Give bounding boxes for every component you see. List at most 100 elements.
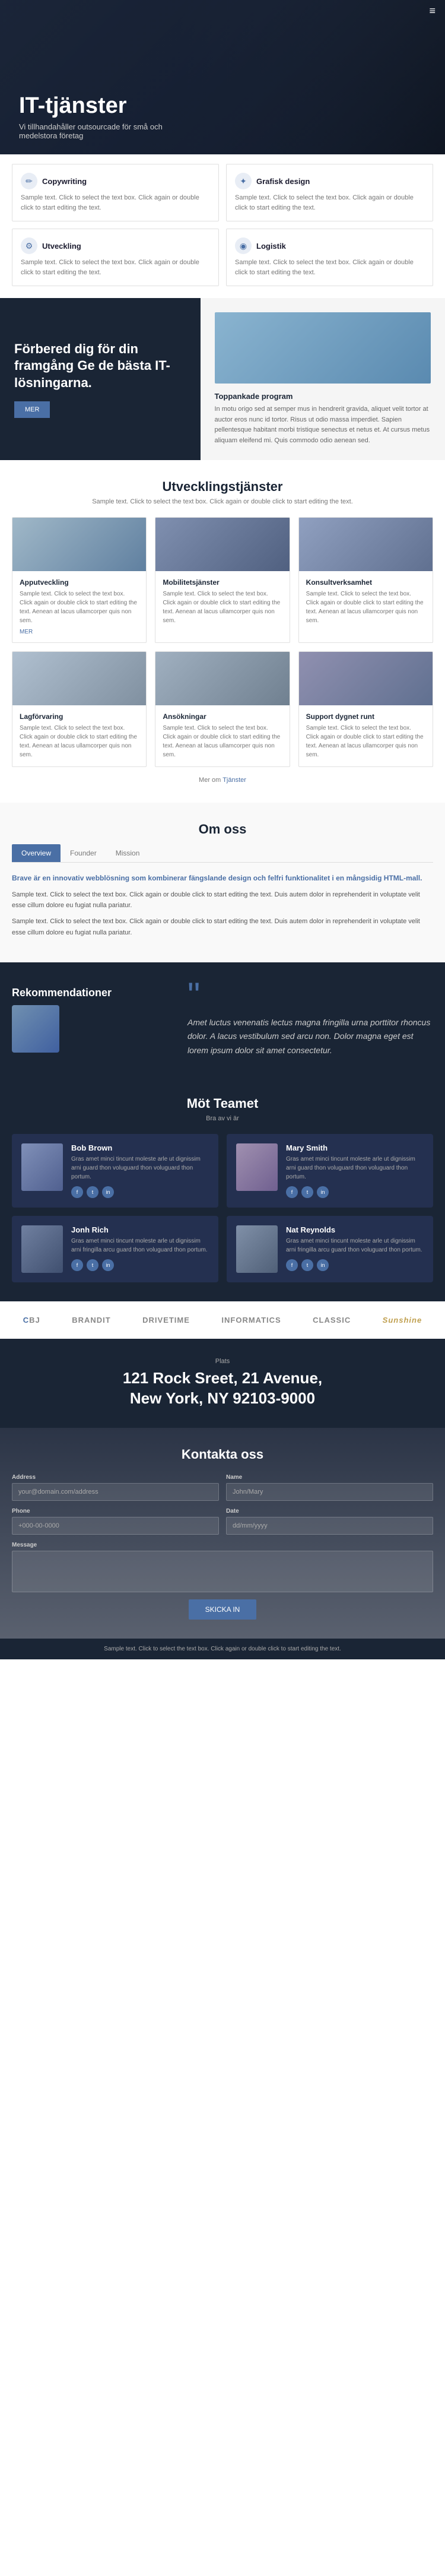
dev-card-0[interactable]: Apputveckling Sample text. Click to sele… [12,517,147,643]
address-section: Plats 121 Rock Sreet, 21 Avenue, New Yor… [0,1339,445,1428]
dev-card-img-3 [12,652,146,705]
twitter-icon-nat[interactable]: t [301,1259,313,1271]
team-info-nat: Nat Reynolds Gras amet minci tincunt mol… [286,1225,424,1271]
tab-overview[interactable]: Overview [12,844,61,862]
team-info-jonh: Jonh Rich Gras amet minci tincunt molest… [71,1225,209,1271]
date-label: Date [226,1508,433,1514]
form-group-message: Message [12,1542,433,1592]
quote-mark-icon: " [187,981,433,1010]
twitter-icon-bob[interactable]: t [87,1186,98,1198]
tab-founder[interactable]: Founder [61,844,106,862]
message-label: Message [12,1542,433,1548]
facebook-icon-bob[interactable]: f [71,1186,83,1198]
promo-heading: Förbered dig för din framgång Ge de bäst… [14,341,186,392]
logos-section: CBJ BRANDIT DRIVETIME INFORMATICS CLASSI… [0,1301,445,1339]
see-more: Mer om Tjänster [12,777,433,784]
address-line1: 121 Rock Sreet, 21 Avenue, [12,1368,433,1389]
dev-card-title-2: Konsultverksamhet [306,578,425,587]
dev-card-3[interactable]: Lagförvaring Sample text. Click to selec… [12,651,147,767]
message-textarea[interactable] [12,1551,433,1592]
service-title-design: Grafisk design [256,177,310,186]
linkedin-icon-mary[interactable]: in [317,1186,329,1198]
see-more-text: Mer om [199,777,221,784]
service-text-copywriting: Sample text. Click to select the text bo… [21,193,210,213]
about-heading: Om oss [12,822,433,837]
testimonial-left: Rekommendationer [12,987,176,1053]
name-label: Name [226,1474,433,1481]
team-text-nat: Gras amet minci tincunt moleste arle ut … [286,1237,424,1254]
testimonial-quote: Amet luctus venenatis lectus magna fring… [187,1016,433,1058]
phone-input[interactable] [12,1517,219,1535]
twitter-icon-jonh[interactable]: t [87,1259,98,1271]
dev-card-text-2: Sample text. Click to select the text bo… [306,590,425,625]
team-social-bob: f t in [71,1186,209,1198]
dev-card-text-3: Sample text. Click to select the text bo… [20,724,139,759]
promo-left: Förbered dig för din framgång Ge de bäst… [0,298,201,460]
service-card-copywriting[interactable]: ✏ Copywriting Sample text. Click to sele… [12,164,219,221]
dev-card-img-2 [299,518,433,571]
team-name-jonh: Jonh Rich [71,1225,209,1234]
date-input[interactable] [226,1517,433,1535]
hero-title: IT-tjänster [19,94,185,119]
dev-card-title-1: Mobilitetsjänster [163,578,282,587]
service-card-development[interactable]: ⚙ Utveckling Sample text. Click to selec… [12,229,219,286]
see-more-link[interactable]: Tjänster [223,777,246,784]
dev-card-title-5: Support dygnet runt [306,712,425,721]
dev-services-heading: Utvecklingstjänster [12,479,433,495]
facebook-icon-nat[interactable]: f [286,1259,298,1271]
form-group-name: Name [226,1474,433,1501]
team-info-bob: Bob Brown Gras amet minci tincunt molest… [71,1143,209,1198]
dev-card-readmore-0[interactable]: MER [20,629,139,635]
name-input[interactable] [226,1483,433,1501]
linkedin-icon-bob[interactable]: in [102,1186,114,1198]
logo-0: CBJ [23,1316,40,1325]
place-label: Plats [12,1358,433,1365]
promo-section: Förbered dig för din framgång Ge de bäst… [0,298,445,460]
service-title-copywriting: Copywriting [42,177,87,186]
team-card-3: Nat Reynolds Gras amet minci tincunt mol… [227,1216,433,1282]
dev-card-4[interactable]: Ansökningar Sample text. Click to select… [155,651,290,767]
dev-card-img-5 [299,652,433,705]
team-grid: Bob Brown Gras amet minci tincunt molest… [12,1134,433,1282]
menu-icon[interactable]: ≡ [429,5,436,17]
about-text-2: Sample text. Click to select the text bo… [12,916,433,938]
facebook-icon-mary[interactable]: f [286,1186,298,1198]
team-name-mary: Mary Smith [286,1143,424,1152]
hero-subtitle: Vi tillhandahåller outsourcade för små o… [19,122,185,140]
linkedin-icon-nat[interactable]: in [317,1259,329,1271]
top-nav: ≡ [0,0,445,22]
linkedin-icon-jonh[interactable]: in [102,1259,114,1271]
service-text-logistics: Sample text. Click to select the text bo… [235,258,424,277]
dev-card-title-4: Ansökningar [163,712,282,721]
dev-card-2[interactable]: Konsultverksamhet Sample text. Click to … [298,517,433,643]
dev-card-img-4 [155,652,289,705]
dev-card-text-5: Sample text. Click to select the text bo… [306,724,425,759]
form-group-date: Date [226,1508,433,1535]
dev-card-img-0 [12,518,146,571]
logo-3: INFORMATICS [221,1316,281,1325]
dev-card-title-0: Apputveckling [20,578,139,587]
team-section: Möt Teamet Bra av vi är Bob Brown Gras a… [0,1077,445,1301]
copywriting-icon: ✏ [21,173,37,189]
dev-services-grid: Apputveckling Sample text. Click to sele… [12,517,433,767]
dev-card-1[interactable]: Mobilitetsjänster Sample text. Click to … [155,517,290,643]
dev-card-text-1: Sample text. Click to select the text bo… [163,590,282,625]
service-card-logistics[interactable]: ◉ Logistik Sample text. Click to select … [226,229,433,286]
logistics-icon: ◉ [235,237,252,254]
service-card-design[interactable]: ✦ Grafisk design Sample text. Click to s… [226,164,433,221]
form-group-phone: Phone [12,1508,219,1535]
team-card-0: Bob Brown Gras amet minci tincunt molest… [12,1134,218,1208]
promo-button[interactable]: MER [14,401,50,418]
tab-mission[interactable]: Mission [106,844,150,862]
twitter-icon-mary[interactable]: t [301,1186,313,1198]
service-title-development: Utveckling [42,242,81,251]
submit-button[interactable]: SKICKA IN [189,1599,257,1620]
address-input[interactable] [12,1483,219,1501]
dev-card-5[interactable]: Support dygnet runt Sample text. Click t… [298,651,433,767]
service-title-logistics: Logistik [256,242,286,251]
facebook-icon-jonh[interactable]: f [71,1259,83,1271]
testimonial-author-image [12,1005,59,1053]
dev-card-text-4: Sample text. Click to select the text bo… [163,724,282,759]
team-social-nat: f t in [286,1259,424,1271]
about-highlight: Brave är en innovativ webblösning som ko… [12,872,433,884]
